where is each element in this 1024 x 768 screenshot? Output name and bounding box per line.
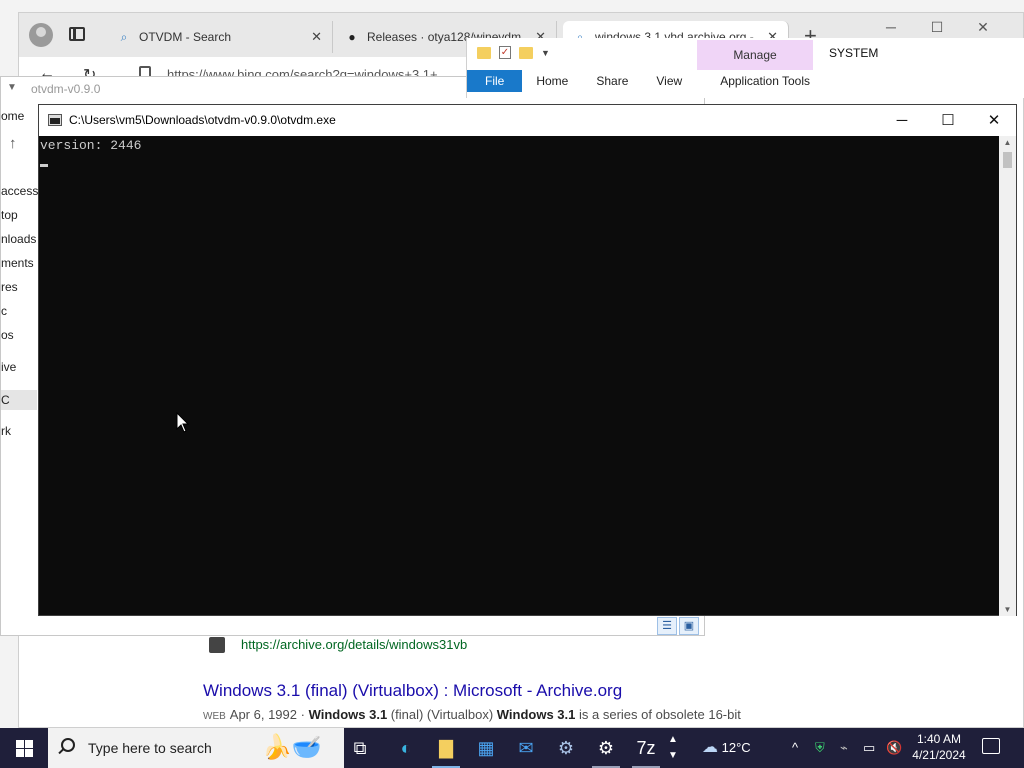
- chevron-down-icon[interactable]: ▼: [541, 48, 550, 58]
- console-output-line: version: 2446: [40, 138, 142, 153]
- new-folder-icon[interactable]: [519, 46, 533, 59]
- cloud-icon: ☁: [702, 739, 718, 756]
- quick-access-toolbar: ✓ ▼: [477, 46, 550, 59]
- result-url-link[interactable]: https://archive.org/details/windows31vb: [241, 637, 467, 652]
- taskbar-search-box[interactable]: Type here to search 🍌🥣: [48, 728, 344, 768]
- network-icon[interactable]: ⌁: [840, 728, 848, 768]
- 7zip-icon[interactable]: 7z: [626, 728, 666, 768]
- profile-avatar[interactable]: [29, 23, 53, 47]
- store-icon[interactable]: ▦: [466, 728, 506, 768]
- window-title-system: SYSTEM: [829, 46, 879, 60]
- close-icon[interactable]: ✕: [963, 19, 1003, 36]
- security-shield-icon[interactable]: ⛨: [815, 728, 825, 768]
- large-icons-view-icon[interactable]: ▣: [679, 617, 699, 635]
- nav-item-downloads[interactable]: nloads: [1, 232, 36, 246]
- web-tag: WEB: [203, 711, 226, 722]
- taskbar: Type here to search 🍌🥣 ⧉ ◐ ▇ ▦ ✉ ⚙ ⚙ 7z …: [0, 728, 1024, 768]
- home-tab-partial[interactable]: ome: [1, 109, 24, 123]
- manage-contextual-tab[interactable]: Manage: [697, 40, 813, 70]
- console-app-icon[interactable]: [48, 114, 62, 126]
- windows-logo-icon: [16, 740, 24, 748]
- console-titlebar: C:\Users\vm5\Downloads\otvdm-v0.9.0\otvd…: [39, 105, 1016, 136]
- nav-item-documents[interactable]: ments: [1, 256, 34, 270]
- task-view-icon[interactable]: ⧉: [340, 728, 380, 768]
- snippet-date: Apr 6, 1992 ·: [229, 707, 309, 722]
- search-placeholder: Type here to search: [88, 740, 212, 756]
- start-button[interactable]: [0, 728, 48, 768]
- snippet-text: (final) (Virtualbox): [387, 707, 497, 722]
- scroll-down-icon[interactable]: ▼: [999, 605, 1016, 614]
- search-highlight-icon: 🍌🥣: [262, 734, 322, 761]
- minimize-icon[interactable]: ─: [871, 19, 911, 35]
- nav-item-pictures[interactable]: res: [1, 280, 18, 294]
- close-icon[interactable]: ✕: [311, 29, 322, 45]
- explorer-ribbon: ✓ ▼ Manage SYSTEM File Home Share View A…: [466, 38, 1024, 98]
- taskbar-scroll-icon[interactable]: ▲ ▼: [664, 728, 682, 768]
- nav-item-music[interactable]: c: [1, 304, 7, 318]
- explorer-title: otvdm-v0.9.0: [31, 82, 101, 96]
- snippet-bold: Windows 3.1: [308, 707, 388, 722]
- network-status-icon[interactable]: ▭: [863, 728, 875, 768]
- search-icon: [61, 738, 75, 752]
- clock-date: 4/21/2024: [912, 748, 966, 762]
- chevron-up-icon[interactable]: ^: [792, 728, 798, 768]
- notification-icon[interactable]: [982, 738, 1000, 754]
- tab-view[interactable]: View: [642, 70, 696, 92]
- browser-tab[interactable]: ⌕ OTVDM - Search ✕: [107, 21, 333, 53]
- mouse-pointer-icon: [176, 411, 190, 434]
- tab-application-tools[interactable]: Application Tools: [696, 70, 825, 92]
- settings-gear-icon[interactable]: ⚙: [586, 728, 626, 768]
- search-icon: ⌕: [120, 30, 128, 44]
- maximize-button[interactable]: ☐: [925, 109, 971, 133]
- minimize-button[interactable]: ─: [879, 109, 925, 133]
- properties-icon[interactable]: ✓: [499, 46, 511, 59]
- text-cursor: [40, 164, 48, 167]
- result-snippet: WEB Apr 6, 1992 · Windows 3.1 (final) (Vi…: [203, 707, 741, 722]
- tab-home[interactable]: Home: [522, 70, 582, 92]
- system-clock[interactable]: 1:40 AM 4/21/2024: [908, 731, 970, 763]
- snippet-bold: Windows 3.1: [496, 707, 576, 722]
- mail-icon[interactable]: ✉: [506, 728, 546, 768]
- up-arrow-icon[interactable]: ↑: [9, 135, 17, 152]
- nav-item-this-pc[interactable]: C: [1, 390, 37, 410]
- github-icon: ●: [348, 30, 356, 44]
- result-title-link[interactable]: Windows 3.1 (final) (Virtualbox) : Micro…: [203, 681, 622, 701]
- nav-item-desktop[interactable]: top: [1, 208, 18, 222]
- nav-item-quick-access[interactable]: access: [1, 184, 38, 198]
- browser-tab-label: OTVDM - Search: [139, 30, 232, 44]
- clock-time: 1:40 AM: [916, 732, 962, 746]
- close-button[interactable]: ✕: [971, 109, 1017, 133]
- chevron-down-icon[interactable]: ▼: [7, 82, 17, 93]
- console-window: C:\Users\vm5\Downloads\otvdm-v0.9.0\otvd…: [38, 104, 1017, 616]
- console-title: C:\Users\vm5\Downloads\otvdm-v0.9.0\otvd…: [69, 113, 336, 127]
- tab-actions-icon[interactable]: [69, 27, 85, 41]
- weather-widget[interactable]: ☁ 12°C: [702, 728, 751, 768]
- details-view-icon[interactable]: ☰: [657, 617, 677, 635]
- steam-icon[interactable]: ⚙: [546, 728, 586, 768]
- folder-icon[interactable]: [477, 46, 491, 59]
- nav-item-network[interactable]: rk: [1, 424, 11, 438]
- maximize-icon[interactable]: ☐: [917, 19, 957, 36]
- console-scrollbar[interactable]: ▲ ▼: [999, 136, 1016, 616]
- file-explorer-icon[interactable]: ▇: [426, 728, 466, 768]
- volume-muted-icon[interactable]: 🔇: [886, 728, 902, 768]
- console-output[interactable]: version: 2446: [39, 136, 999, 616]
- nav-item-videos[interactable]: os: [1, 328, 14, 342]
- tab-share[interactable]: Share: [582, 70, 642, 92]
- scroll-thumb[interactable]: [1003, 152, 1012, 168]
- edge-browser-icon[interactable]: ◐: [386, 728, 426, 768]
- view-buttons: ☰ ▣: [657, 617, 699, 635]
- scroll-up-icon[interactable]: ▲: [999, 138, 1016, 147]
- tab-file[interactable]: File: [467, 70, 523, 92]
- archive-favicon-icon: [209, 637, 225, 653]
- weather-temp: 12°C: [721, 740, 751, 755]
- nav-item-onedrive[interactable]: ive: [1, 360, 16, 374]
- ribbon-tabs: File Home Share View Application Tools: [467, 70, 825, 92]
- snippet-text: is a series of obsolete 16-bit: [575, 707, 741, 722]
